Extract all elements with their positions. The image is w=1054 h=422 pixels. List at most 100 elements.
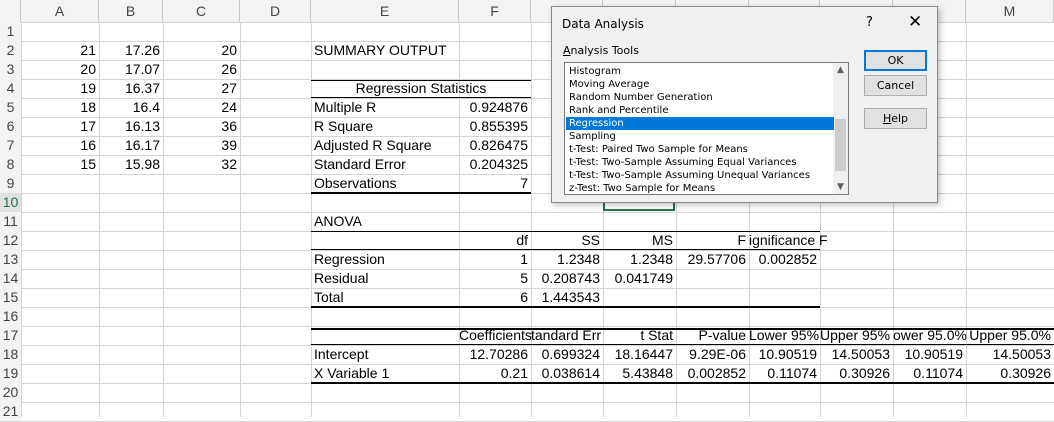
row-header-10[interactable]: 10	[0, 193, 21, 212]
reg-stat-value[interactable]: 0.855395	[459, 117, 528, 136]
row-header-6[interactable]: 6	[0, 117, 21, 136]
row-header-14[interactable]: 14	[0, 269, 21, 288]
row-header-5[interactable]: 5	[0, 98, 21, 117]
coef-header[interactable]: ower 95.0%	[893, 326, 967, 345]
column-header-d[interactable]: D	[240, 0, 311, 22]
reg-stat-label[interactable]: Multiple R	[314, 98, 376, 117]
tool-item-t-test-paired-two-sample-for-means[interactable]: t-Test: Paired Two Sample for Means	[566, 143, 834, 156]
anova-title[interactable]: ANOVA	[314, 212, 362, 231]
cell-b[interactable]: 17.26	[99, 41, 160, 60]
coef-cell[interactable]: 0.11074	[893, 364, 963, 383]
column-header-c[interactable]: C	[163, 0, 240, 22]
ok-button[interactable]: OK	[864, 50, 927, 71]
reg-stat-label[interactable]: Standard Error	[314, 155, 406, 174]
row-header-11[interactable]: 11	[0, 212, 21, 231]
cell-c[interactable]: 24	[163, 98, 237, 117]
summary-title[interactable]: SUMMARY OUTPUT	[314, 41, 447, 60]
reg-stat-label[interactable]: Observations	[314, 174, 396, 193]
column-header-a[interactable]: A	[21, 0, 99, 22]
coef-cell[interactable]: 0.30926	[966, 364, 1051, 383]
row-header-16[interactable]: 16	[0, 307, 21, 326]
row-header-21[interactable]: 21	[0, 402, 21, 421]
cancel-button[interactable]: Cancel	[864, 75, 927, 96]
reg-stat-label[interactable]: R Square	[314, 117, 373, 136]
anova-cell[interactable]: 1.2348	[603, 250, 673, 269]
anova-header[interactable]: df	[459, 231, 528, 250]
cell-b[interactable]: 16.17	[99, 136, 160, 155]
help-button[interactable]: Help	[864, 108, 927, 129]
coef-cell[interactable]: 0.21	[459, 364, 528, 383]
row-header-18[interactable]: 18	[0, 345, 21, 364]
row-header-2[interactable]: 2	[0, 41, 21, 60]
anova-header[interactable]: MS	[603, 231, 673, 250]
reg-stat-value[interactable]: 0.204325	[459, 155, 528, 174]
close-icon[interactable]: ✕	[908, 12, 922, 32]
tool-item-histogram[interactable]: Histogram	[566, 65, 834, 78]
scroll-thumb[interactable]	[835, 119, 846, 171]
cell-c[interactable]: 39	[163, 136, 237, 155]
coef-header[interactable]: Coefficients	[459, 326, 532, 345]
coef-header[interactable]: Upper 95%	[820, 326, 890, 345]
row-header-7[interactable]: 7	[0, 136, 21, 155]
cell-a[interactable]: 21	[21, 41, 96, 60]
column-header-f[interactable]: F	[459, 0, 531, 22]
coef-cell[interactable]: 9.29E-06	[676, 345, 746, 364]
coef-header[interactable]: tandard Err	[531, 326, 601, 345]
coef-row-label[interactable]: Intercept	[314, 345, 368, 364]
coef-header[interactable]: t Stat	[603, 326, 673, 345]
cell-a[interactable]: 16	[21, 136, 96, 155]
anova-cell[interactable]: 29.57706	[676, 250, 746, 269]
coef-row-label[interactable]: X Variable 1	[314, 364, 389, 383]
cell-b[interactable]: 15.98	[99, 155, 160, 174]
coef-cell[interactable]: 0.002852	[676, 364, 746, 383]
coef-cell[interactable]: 18.16447	[603, 345, 673, 364]
anova-row-label[interactable]: Residual	[314, 269, 368, 288]
coef-header[interactable]: Lower 95%	[749, 326, 819, 345]
row-header-13[interactable]: 13	[0, 250, 21, 269]
coef-cell[interactable]: 5.43848	[603, 364, 673, 383]
anova-cell[interactable]: 1.443543	[531, 288, 600, 307]
scroll-up-icon[interactable]: ▲	[833, 63, 848, 77]
cell-b[interactable]: 17.07	[99, 60, 160, 79]
anova-cell[interactable]: 0.002852	[749, 250, 817, 269]
column-header-e[interactable]: E	[311, 0, 459, 22]
anova-header[interactable]: F	[676, 231, 746, 250]
coef-header[interactable]: P-value	[676, 326, 746, 345]
cell-c[interactable]: 20	[163, 41, 237, 60]
tool-item-random-number-generation[interactable]: Random Number Generation	[566, 91, 834, 104]
reg-stat-value[interactable]: 0.924876	[459, 98, 528, 117]
coef-cell[interactable]: 0.11074	[749, 364, 817, 383]
cell-b[interactable]: 16.37	[99, 79, 160, 98]
anova-row-label[interactable]: Total	[314, 288, 344, 307]
select-all-corner[interactable]	[0, 0, 21, 22]
anova-cell[interactable]: 6	[459, 288, 528, 307]
row-header-20[interactable]: 20	[0, 383, 21, 402]
coef-cell[interactable]: 0.038614	[531, 364, 600, 383]
row-header-17[interactable]: 17	[0, 326, 21, 345]
anova-row-label[interactable]: Regression	[314, 250, 385, 269]
tool-item-sampling[interactable]: Sampling	[566, 130, 834, 143]
column-header-b[interactable]: B	[99, 0, 163, 22]
row-header-4[interactable]: 4	[0, 79, 21, 98]
row-header-1[interactable]: 1	[0, 22, 21, 41]
row-header-3[interactable]: 3	[0, 60, 21, 79]
cell-c[interactable]: 26	[163, 60, 237, 79]
row-header-8[interactable]: 8	[0, 155, 21, 174]
tool-item-t-test-two-sample-assuming-unequal-variances[interactable]: t-Test: Two-Sample Assuming Unequal Vari…	[566, 169, 834, 182]
anova-header[interactable]: ignificance F	[749, 231, 828, 250]
coef-cell[interactable]: 12.70286	[459, 345, 528, 364]
coef-cell[interactable]: 14.50053	[820, 345, 890, 364]
anova-cell[interactable]: 5	[459, 269, 528, 288]
cell-a[interactable]: 19	[21, 79, 96, 98]
cell-b[interactable]: 16.4	[99, 98, 160, 117]
scroll-down-icon[interactable]: ▼	[833, 180, 848, 194]
tool-item-moving-average[interactable]: Moving Average	[566, 78, 834, 91]
tool-item-rank-and-percentile[interactable]: Rank and Percentile	[566, 104, 834, 117]
cell-a[interactable]: 15	[21, 155, 96, 174]
coef-cell[interactable]: 0.30926	[820, 364, 890, 383]
analysis-tools-listbox[interactable]: ▲ ▼ Histogram Moving Average Random Number…	[564, 62, 849, 195]
tool-item-z-test-two-sample-for-means[interactable]: z-Test: Two Sample for Means	[566, 182, 834, 194]
listbox-scrollbar[interactable]: ▲ ▼	[833, 63, 848, 194]
cell-a[interactable]: 20	[21, 60, 96, 79]
row-header-15[interactable]: 15	[0, 288, 21, 307]
